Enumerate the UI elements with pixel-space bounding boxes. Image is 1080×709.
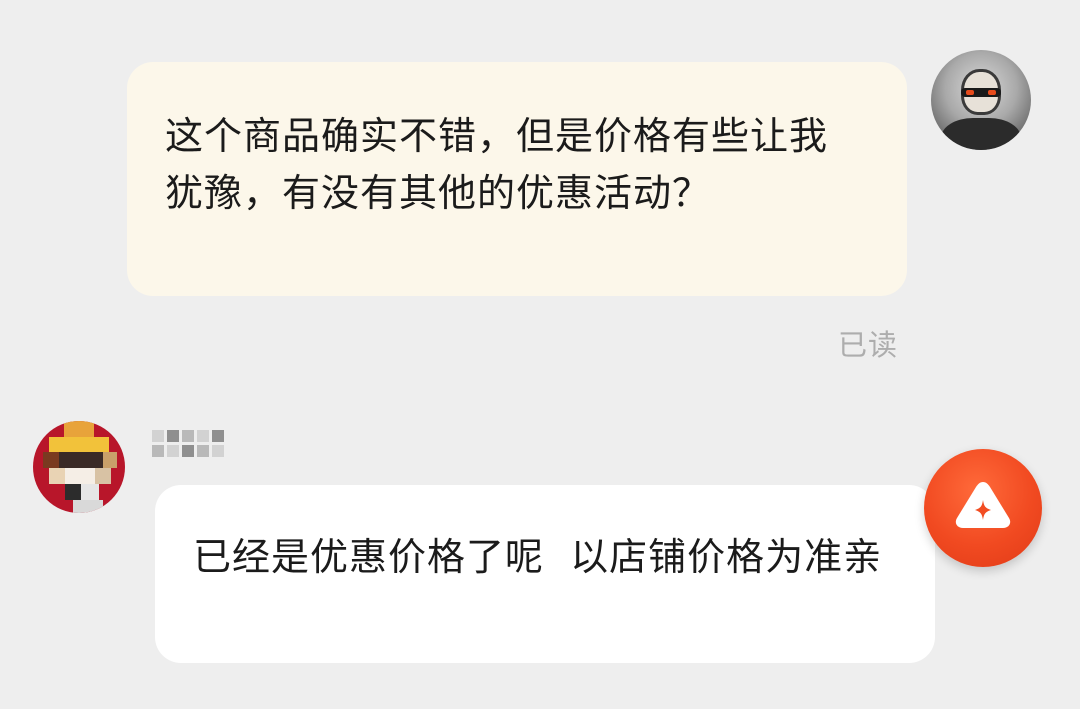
user-avatar[interactable] [931,50,1031,150]
avatar-pixel [49,468,65,484]
blur-column [167,429,179,457]
blur-block [167,429,179,442]
blur-block [152,444,164,457]
blur-block [182,444,194,457]
blur-block [197,429,209,442]
avatar-pixel [59,452,103,468]
avatar-pixel [73,500,103,513]
sender-name-blurred [152,426,226,460]
blur-block [212,444,224,457]
avatar-glasses [961,88,1001,97]
outgoing-message-bubble[interactable]: 这个商品确实不错，但是价格有些让我犹豫，有没有其他的优惠活动？ [127,62,907,296]
avatar-pixel [65,468,95,484]
avatar-pixel [64,421,94,437]
blur-block [167,444,179,457]
avatar-pixel [81,484,99,500]
avatar-pixel [49,437,109,452]
ai-assistant-sparkle-icon [955,482,1011,528]
shop-avatar[interactable] [33,421,125,513]
chat-thread: 这个商品确实不错，但是价格有些让我犹豫，有没有其他的优惠活动？ 已读 已经是优惠… [0,0,1080,709]
read-status-label: 已读 [838,328,899,362]
outgoing-message-text: 这个商品确实不错，但是价格有些让我犹豫，有没有其他的优惠活动？ [165,114,829,215]
avatar-pixel [43,452,59,468]
blur-block [212,429,224,442]
blur-column [182,429,194,457]
avatar-figure-body [941,118,1021,150]
avatar-pixel [103,452,117,468]
blur-column [197,429,209,457]
ai-assistant-button[interactable] [924,449,1042,567]
avatar-pixel [65,484,81,500]
blur-block [152,429,164,442]
blur-block [197,444,209,457]
blur-column [212,429,224,457]
incoming-message-bubble[interactable]: 已经是优惠价格了呢 以店铺价格为准亲 [155,485,935,663]
blur-column [152,429,164,457]
blur-block [182,429,194,442]
avatar-pixel [95,468,111,484]
sender-name-text [152,443,153,444]
incoming-message-text: 已经是优惠价格了呢 以店铺价格为准亲 [193,535,883,579]
